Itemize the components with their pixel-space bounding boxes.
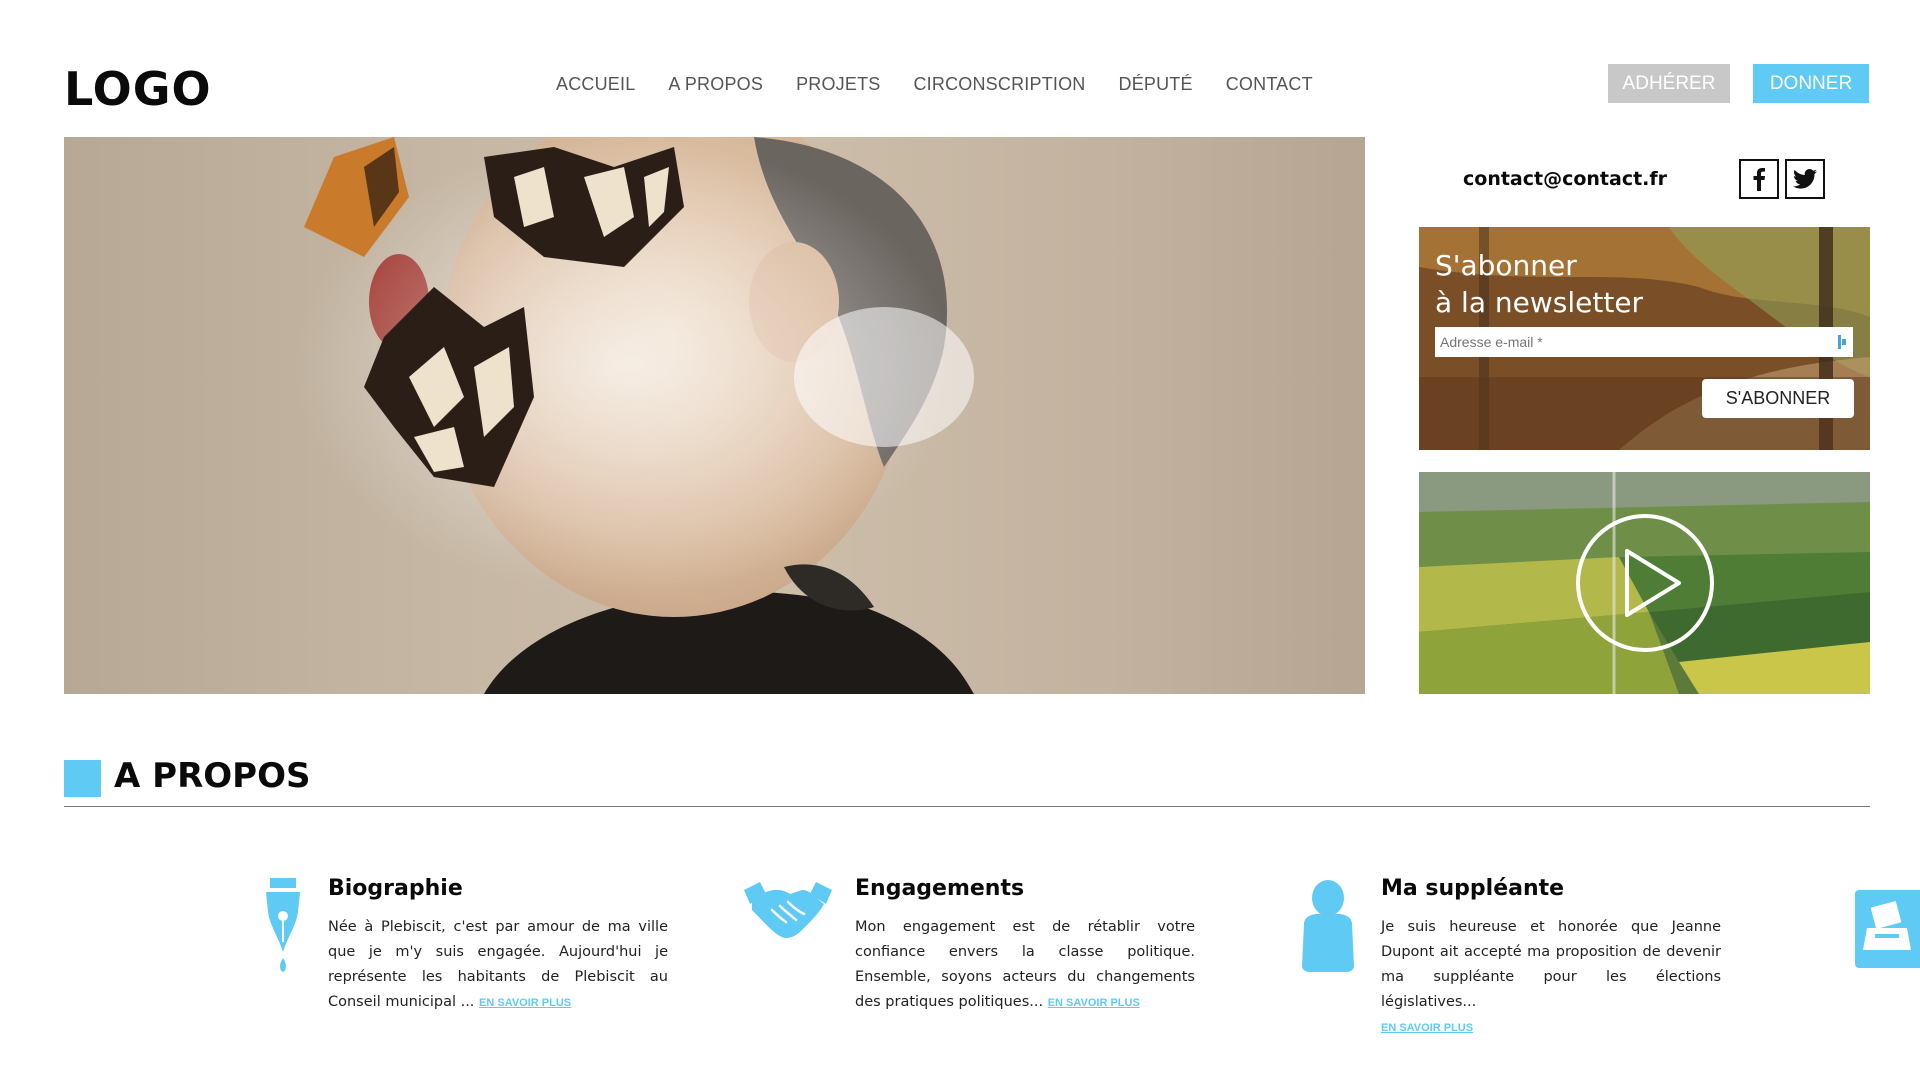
video-thumbnail[interactable] xyxy=(1419,472,1870,694)
nav-item-depute[interactable]: DÉPUTÉ xyxy=(1119,74,1193,95)
newsletter-email-input[interactable] xyxy=(1435,327,1853,357)
feature-ma-suppleante: Ma suppléante Je suis heureuse et honoré… xyxy=(1381,876,1721,1041)
newsletter-title-line1: S'abonner xyxy=(1435,249,1577,282)
section-divider xyxy=(64,806,1870,807)
fountain-pen-icon xyxy=(266,878,300,972)
twitter-icon[interactable] xyxy=(1785,159,1825,199)
nav-item-accueil[interactable]: ACCUEIL xyxy=(556,74,635,95)
vote-side-tab[interactable] xyxy=(1855,890,1920,968)
en-savoir-plus-link[interactable]: EN SAVOIR PLUS xyxy=(479,997,571,1009)
newsletter-title: S'abonner à la newsletter xyxy=(1435,247,1643,321)
hero-image xyxy=(64,137,1365,694)
newsletter-title-line2: à la newsletter xyxy=(1435,286,1644,319)
feature-biographie: Biographie Née à Plebiscit, c'est par am… xyxy=(328,876,668,1016)
vote-icon xyxy=(1863,901,1911,950)
en-savoir-plus-link[interactable]: EN SAVOIR PLUS xyxy=(1048,997,1140,1009)
handshake-icon xyxy=(744,882,832,938)
adherer-button[interactable]: ADHÉRER xyxy=(1608,64,1730,103)
feature-text: Née à Plebiscit, c'est par amour de ma v… xyxy=(328,915,668,1016)
play-icon[interactable] xyxy=(1575,513,1715,653)
contact-email[interactable]: contact@contact.fr xyxy=(1463,168,1667,190)
feature-text-body: Mon engagement est de rétablir votre con… xyxy=(855,919,1195,1010)
section-marker xyxy=(64,760,101,797)
feature-text: Je suis heureuse et honorée que Jeanne D… xyxy=(1381,915,1721,1041)
nav-item-circonscription[interactable]: CIRCONSCRIPTION xyxy=(913,74,1085,95)
autofill-icon xyxy=(1838,335,1846,349)
logo[interactable]: LOGO xyxy=(64,62,212,116)
feature-title: Biographie xyxy=(328,876,463,901)
feature-title: Engagements xyxy=(855,876,1025,901)
person-icon xyxy=(1302,880,1354,972)
feature-text: Mon engagement est de rétablir votre con… xyxy=(855,915,1195,1016)
facebook-icon[interactable] xyxy=(1739,159,1779,199)
feature-engagements: Engagements Mon engagement est de rétabl… xyxy=(855,876,1195,1016)
donner-button[interactable]: DONNER xyxy=(1753,64,1869,103)
en-savoir-plus-link[interactable]: EN SAVOIR PLUS xyxy=(1381,1022,1473,1034)
main-nav: ACCUEIL A PROPOS PROJETS CIRCONSCRIPTION… xyxy=(556,74,1346,95)
section-title-a-propos: A PROPOS xyxy=(114,756,311,796)
feature-title: Ma suppléante xyxy=(1381,876,1565,901)
nav-item-contact[interactable]: CONTACT xyxy=(1226,74,1313,95)
nav-item-projets[interactable]: PROJETS xyxy=(796,74,880,95)
newsletter-panel: S'abonner à la newsletter S'ABONNER xyxy=(1419,227,1870,450)
subscribe-button[interactable]: S'ABONNER xyxy=(1702,379,1854,418)
nav-item-a-propos[interactable]: A PROPOS xyxy=(668,74,763,95)
feature-text-body: Je suis heureuse et honorée que Jeanne D… xyxy=(1381,919,1721,1010)
